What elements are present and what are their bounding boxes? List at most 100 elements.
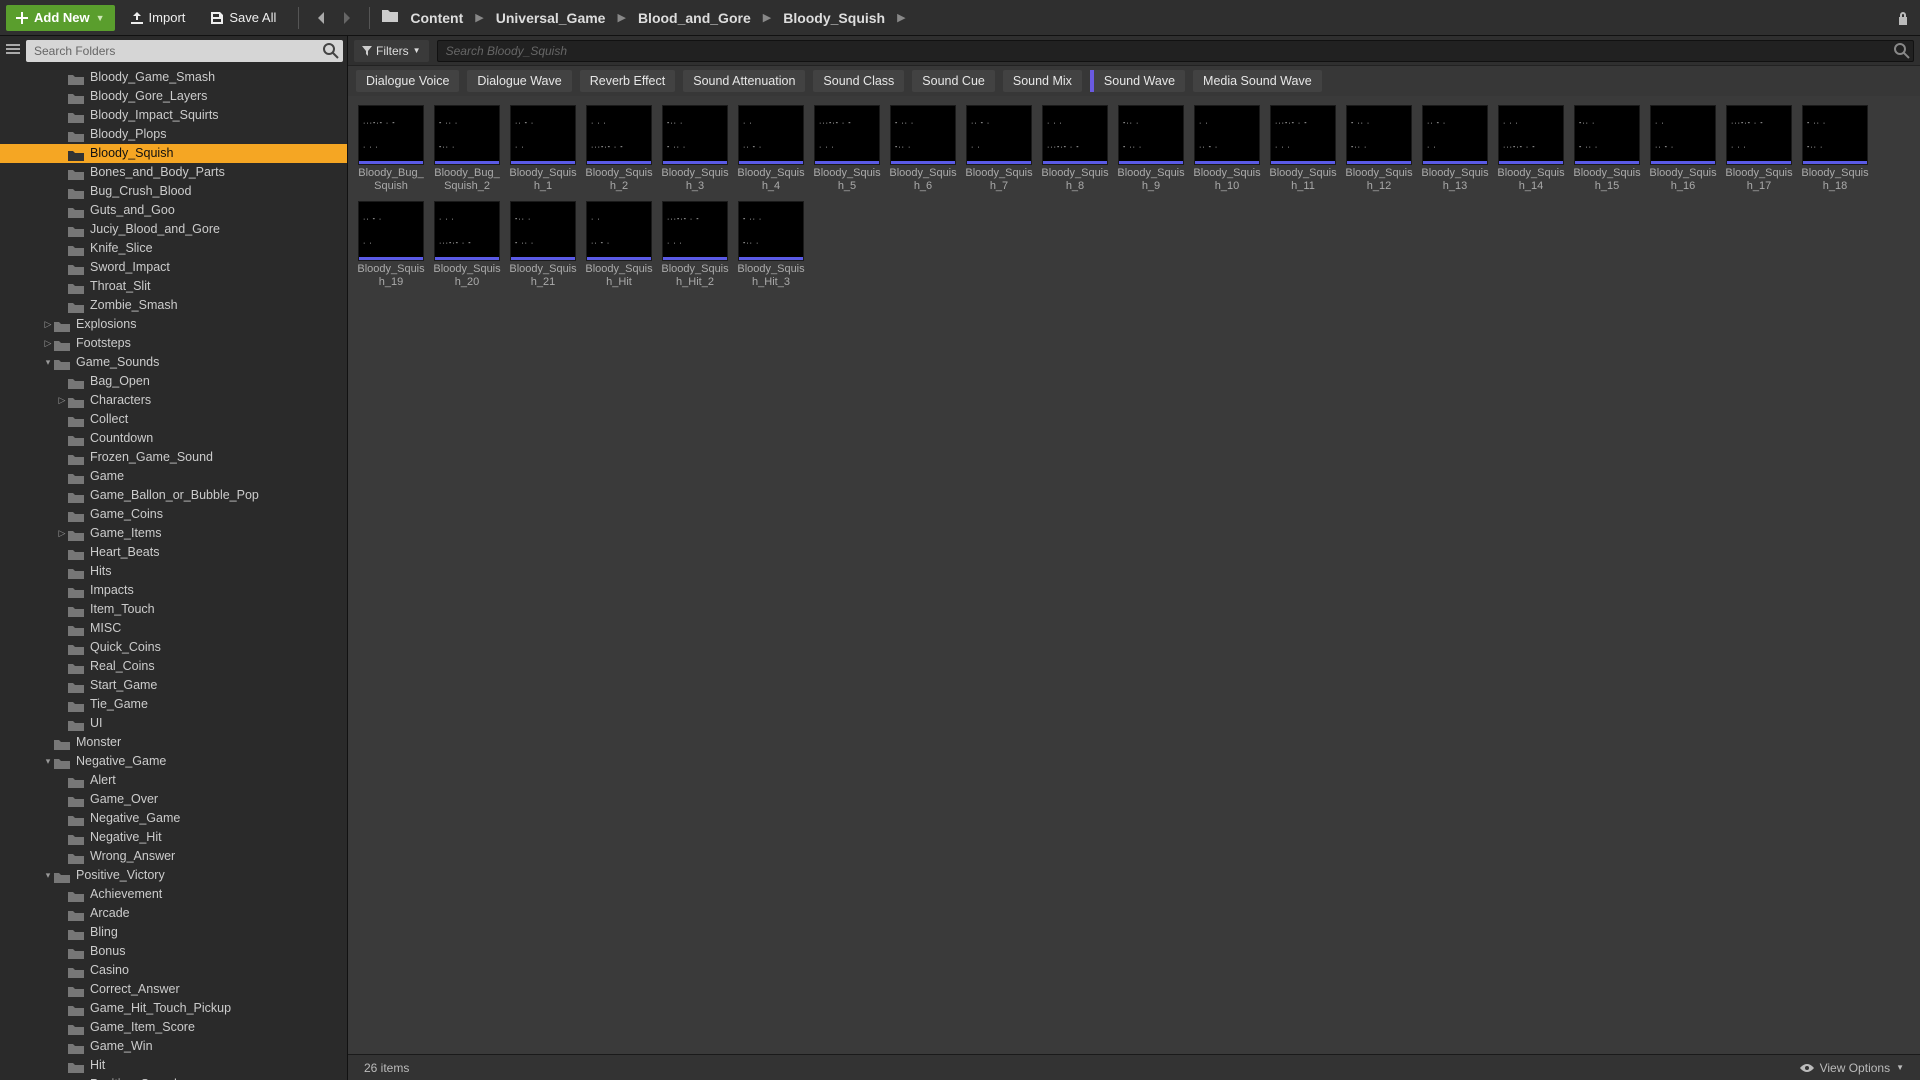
folder-tree-item[interactable]: ▷Explosions (0, 315, 347, 334)
folder-tree-item[interactable]: Collect (0, 410, 347, 429)
folder-tree-item[interactable]: ▾Negative_Game (0, 752, 347, 771)
nav-forward-button[interactable] (335, 7, 357, 29)
asset-item[interactable]: -·· ·- ·· ·Bloody_Squish_15 (1570, 104, 1644, 194)
tree-twisty-icon[interactable]: ▷ (42, 315, 54, 334)
asset-item[interactable]: -·· ·- ·· ·Bloody_Squish_21 (506, 200, 580, 290)
import-button[interactable]: Import (121, 5, 196, 31)
folder-tree-item[interactable]: Bonus (0, 942, 347, 961)
folder-tree-item[interactable]: Countdown (0, 429, 347, 448)
asset-item[interactable]: ·· - ·· ·Bloody_Squish_7 (962, 104, 1036, 194)
breadcrumb-segment[interactable]: Content (404, 8, 469, 28)
asset-item[interactable]: - ·· ·-·· ·Bloody_Squish_Hit_3 (734, 200, 808, 290)
folder-tree-item[interactable]: Game_Item_Score (0, 1018, 347, 1037)
folder-tree-item[interactable]: ▷Characters (0, 391, 347, 410)
asset-item[interactable]: · ··· - ·Bloody_Squish_Hit (582, 200, 656, 290)
folder-tree-item[interactable]: Negative_Game (0, 809, 347, 828)
asset-item[interactable]: · ··· - ·Bloody_Squish_4 (734, 104, 808, 194)
tree-twisty-icon[interactable]: ▾ (42, 752, 54, 771)
asset-item[interactable]: - ·· ·-·· ·Bloody_Squish_12 (1342, 104, 1416, 194)
save-all-button[interactable]: Save All (201, 5, 286, 31)
folder-tree-item[interactable]: Bug_Crush_Blood (0, 182, 347, 201)
tree-twisty-icon[interactable]: ▷ (42, 334, 54, 353)
tree-twisty-icon[interactable]: ▷ (56, 391, 68, 410)
folder-search-input[interactable] (26, 40, 343, 62)
asset-item[interactable]: ·· - ·· ·Bloody_Squish_1 (506, 104, 580, 194)
folder-tree-item[interactable]: Frozen_Game_Sound (0, 448, 347, 467)
asset-item[interactable]: ···-·- · -· · ·Bloody_Bug_Squish (354, 104, 428, 194)
asset-item[interactable]: - ·· ·-·· ·Bloody_Squish_6 (886, 104, 960, 194)
folder-tree-item[interactable]: Heart_Beats (0, 543, 347, 562)
folder-tree-item[interactable]: Bloody_Squish (0, 144, 347, 163)
filter-chip[interactable]: Reverb Effect (580, 70, 676, 92)
folder-tree-item[interactable]: Tie_Game (0, 695, 347, 714)
folder-tree-item[interactable]: Positive_Sound (0, 1075, 347, 1080)
folder-tree-item[interactable]: Alert (0, 771, 347, 790)
folder-tree-item[interactable]: Start_Game (0, 676, 347, 695)
asset-search-input[interactable] (437, 40, 1914, 62)
filter-chip[interactable]: Sound Cue (912, 70, 995, 92)
filter-chip[interactable]: Sound Mix (1003, 70, 1082, 92)
folder-tree-item[interactable]: Wrong_Answer (0, 847, 347, 866)
folder-tree-item[interactable]: Game_Over (0, 790, 347, 809)
folder-tree-item[interactable]: ▷Game_Items (0, 524, 347, 543)
folder-tree-item[interactable]: Bag_Open (0, 372, 347, 391)
asset-item[interactable]: ·· - ·· ·Bloody_Squish_19 (354, 200, 428, 290)
folder-tree-item[interactable]: ▷Footsteps (0, 334, 347, 353)
folder-tree-item[interactable]: Real_Coins (0, 657, 347, 676)
folder-tree-item[interactable]: Item_Touch (0, 600, 347, 619)
folder-tree-item[interactable]: MISC (0, 619, 347, 638)
filter-chip[interactable]: Dialogue Wave (467, 70, 571, 92)
folder-tree-item[interactable]: Throat_Slit (0, 277, 347, 296)
folder-tree-item[interactable]: ▾Game_Sounds (0, 353, 347, 372)
asset-item[interactable]: · · ····-·- · -Bloody_Squish_8 (1038, 104, 1112, 194)
folder-tree-item[interactable]: ▾Positive_Victory (0, 866, 347, 885)
asset-item[interactable]: ···-·- · -· · ·Bloody_Squish_5 (810, 104, 884, 194)
folder-tree-item[interactable]: Sword_Impact (0, 258, 347, 277)
folder-tree[interactable]: Bloody_Game_SmashBloody_Gore_LayersBlood… (0, 66, 347, 1080)
folder-tree-item[interactable]: Correct_Answer (0, 980, 347, 999)
asset-item[interactable]: · · ····-·- · -Bloody_Squish_2 (582, 104, 656, 194)
folder-tree-item[interactable]: UI (0, 714, 347, 733)
asset-item[interactable]: · ··· - ·Bloody_Squish_16 (1646, 104, 1720, 194)
breadcrumb-segment[interactable]: Blood_and_Gore (632, 8, 757, 28)
asset-item[interactable]: - ·· ·-·· ·Bloody_Bug_Squish_2 (430, 104, 504, 194)
asset-item[interactable]: ·· - ·· ·Bloody_Squish_13 (1418, 104, 1492, 194)
asset-item[interactable]: ···-·- · -· · ·Bloody_Squish_17 (1722, 104, 1796, 194)
view-options-button[interactable]: View Options ▼ (1800, 1061, 1904, 1075)
folder-tree-item[interactable]: Monster (0, 733, 347, 752)
folder-tree-item[interactable]: Bling (0, 923, 347, 942)
filter-chip[interactable]: Sound Class (813, 70, 904, 92)
tree-twisty-icon[interactable]: ▾ (42, 866, 54, 885)
breadcrumb-segment[interactable]: Bloody_Squish (777, 8, 891, 28)
folder-tree-item[interactable]: Hits (0, 562, 347, 581)
folder-tree-item[interactable]: Bloody_Game_Smash (0, 68, 347, 87)
folder-tree-item[interactable]: Zombie_Smash (0, 296, 347, 315)
folder-tree-item[interactable]: Game_Win (0, 1037, 347, 1056)
folder-tree-item[interactable]: Guts_and_Goo (0, 201, 347, 220)
folder-tree-item[interactable]: Game_Ballon_or_Bubble_Pop (0, 486, 347, 505)
folder-tree-item[interactable]: Achievement (0, 885, 347, 904)
filter-chip[interactable]: Dialogue Voice (356, 70, 459, 92)
sources-toggle-button[interactable] (4, 42, 22, 61)
folder-tree-item[interactable]: Bloody_Plops (0, 125, 347, 144)
asset-item[interactable]: - ·· ·-·· ·Bloody_Squish_18 (1798, 104, 1872, 194)
nav-back-button[interactable] (311, 7, 333, 29)
folder-tree-item[interactable]: Bloody_Impact_Squirts (0, 106, 347, 125)
asset-item[interactable]: -·· ·- ·· ·Bloody_Squish_3 (658, 104, 732, 194)
folder-tree-item[interactable]: Casino (0, 961, 347, 980)
folder-tree-item[interactable]: Quick_Coins (0, 638, 347, 657)
folder-tree-item[interactable]: Bloody_Gore_Layers (0, 87, 347, 106)
folder-tree-item[interactable]: Game_Coins (0, 505, 347, 524)
folder-tree-item[interactable]: Game (0, 467, 347, 486)
filter-chip[interactable]: Sound Attenuation (683, 70, 805, 92)
asset-item[interactable]: ···-·- · -· · ·Bloody_Squish_11 (1266, 104, 1340, 194)
add-new-button[interactable]: Add New ▼ (6, 5, 115, 31)
asset-item[interactable]: · ··· - ·Bloody_Squish_10 (1190, 104, 1264, 194)
folder-tree-item[interactable]: Negative_Hit (0, 828, 347, 847)
asset-item[interactable]: · · ····-·- · -Bloody_Squish_14 (1494, 104, 1568, 194)
folder-tree-item[interactable]: Arcade (0, 904, 347, 923)
asset-item[interactable]: ···-·- · -· · ·Bloody_Squish_Hit_2 (658, 200, 732, 290)
tree-twisty-icon[interactable]: ▷ (56, 524, 68, 543)
asset-grid[interactable]: ···-·- · -· · ·Bloody_Bug_Squish- ·· ·-·… (348, 96, 1920, 1054)
tree-twisty-icon[interactable]: ▾ (42, 353, 54, 372)
